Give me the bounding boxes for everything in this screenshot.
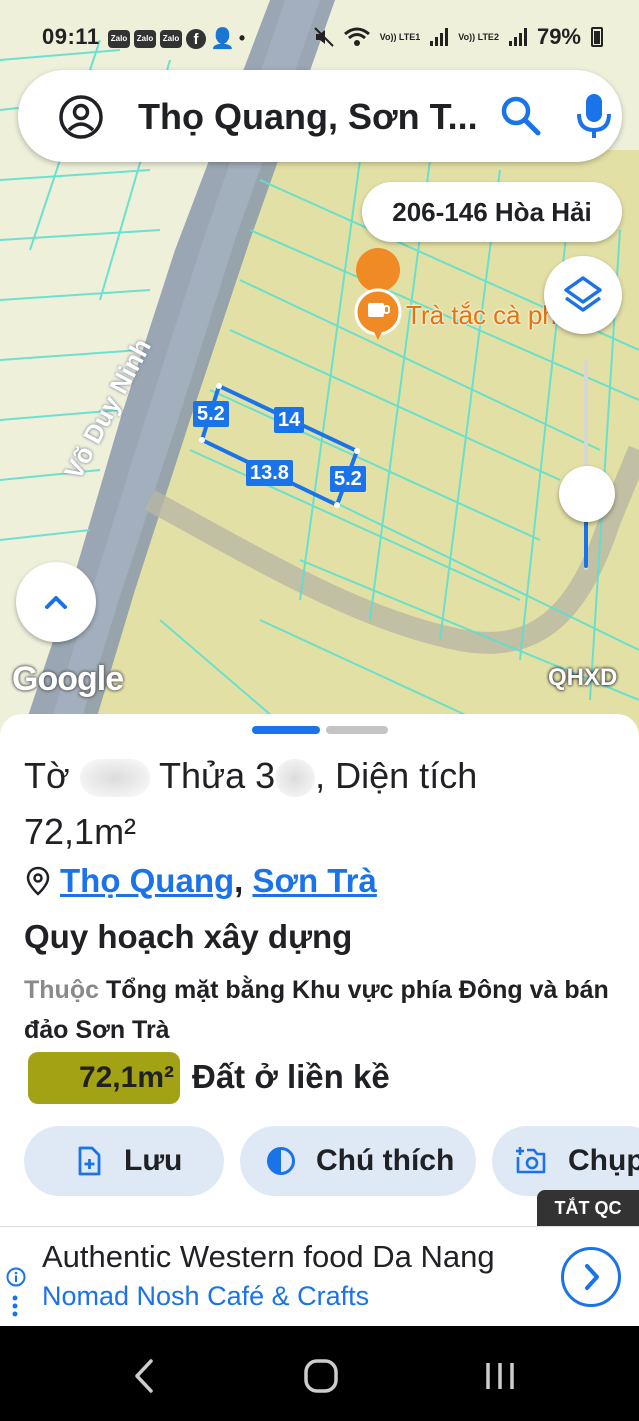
search-query[interactable]: Thọ Quang, Sơn T...	[138, 96, 478, 138]
blurred-value	[79, 759, 150, 798]
location-pin-icon	[26, 866, 50, 896]
measurement-bottom: 13.8	[246, 460, 293, 486]
contrast-icon	[267, 1147, 295, 1175]
home-icon[interactable]	[304, 1359, 338, 1393]
account-icon[interactable]	[58, 94, 104, 140]
layers-icon	[564, 276, 602, 312]
measurement-top: 14	[274, 407, 305, 433]
section-heading: Quy hoạch xây dựng	[24, 918, 353, 955]
sheet-handle-inactive[interactable]	[326, 726, 388, 734]
microphone-icon[interactable]	[574, 92, 614, 140]
navigation-bar	[0, 1326, 639, 1421]
land-type: Đất ở liền kề	[192, 1058, 390, 1095]
location-separator: ,	[234, 862, 253, 899]
more-dot-icon: •	[238, 28, 246, 48]
mute-icon	[313, 27, 334, 47]
facebook-icon: f	[186, 28, 206, 49]
measurement-right: 5.2	[330, 466, 366, 492]
search-bar[interactable]: Thọ Quang, Sơn T...	[18, 70, 622, 162]
ad-banner[interactable]: Authentic Western food Da Nang Nomad Nos…	[0, 1226, 639, 1326]
blurred-value	[275, 759, 316, 798]
status-time: 09:11	[42, 24, 100, 49]
layer-label: QHXD	[548, 664, 618, 691]
title-part-sheet: Tờ	[24, 755, 70, 796]
more-vert-icon[interactable]	[12, 1295, 18, 1317]
map-view[interactable]: Võ Duy Ninh Trà tắc cà phê oz 5.2 14 13.…	[0, 0, 639, 740]
chevron-up-icon	[45, 596, 67, 609]
back-icon[interactable]	[135, 1359, 153, 1393]
signal-icon	[430, 28, 449, 46]
sheet-handle-active[interactable]	[252, 726, 320, 734]
location-row: Thọ Quang, Sơn Trà	[26, 862, 377, 900]
nav-icons	[135, 1359, 514, 1393]
battery-level: 79%	[536, 24, 581, 49]
zalo-icon: Zalo	[160, 29, 182, 48]
chevron-right-icon	[585, 1264, 599, 1290]
battery-icon	[591, 27, 603, 47]
zalo-icon: Zalo	[108, 29, 130, 48]
signal-icon	[508, 28, 527, 46]
ad-off-button[interactable]: TẮT QC	[537, 1190, 639, 1226]
measurement-left: 5.2	[193, 401, 229, 427]
recents-icon[interactable]	[486, 1363, 514, 1389]
ad-subtitle[interactable]: Nomad Nosh Café & Crafts	[42, 1281, 369, 1312]
plan-name: Tổng mặt bằng Khu vực phía Đông và bán đ…	[24, 976, 609, 1044]
legend-button[interactable]: Chú thích	[240, 1126, 476, 1196]
ad-title[interactable]: Authentic Western food Da Nang	[42, 1239, 495, 1275]
opacity-slider-thumb[interactable]	[559, 466, 615, 522]
parcel-title: Tờ Thửa 3 , Diện tích 72,1m²	[24, 748, 614, 860]
capture-label: Chụp	[568, 1144, 639, 1177]
ward-link[interactable]: Thọ Quang	[60, 862, 234, 899]
legend-label: Chú thích	[316, 1144, 455, 1177]
add-person-icon: 👤	[210, 28, 235, 50]
expand-sheet-button[interactable]	[16, 562, 96, 642]
title-area: 72,1m²	[24, 811, 137, 852]
notification-icons: Zalo Zalo Zalo f 👤 •	[108, 26, 245, 51]
area-badge: 72,1m²	[28, 1052, 180, 1104]
info-icon[interactable]	[6, 1267, 26, 1287]
address-chip[interactable]: 206-146 Hòa Hải	[362, 182, 622, 242]
camera-add-icon	[516, 1147, 546, 1174]
zalo-icon: Zalo	[134, 29, 156, 48]
status-right: Vo)) LTE1 Vo)) LTE2 79%	[313, 24, 603, 50]
district-link[interactable]: Sơn Trà	[252, 862, 376, 899]
title-part-parcel: Thửa 3	[158, 755, 276, 796]
title-part-area-label: , Diện tích	[315, 755, 478, 796]
save-button[interactable]: Lưu	[24, 1126, 224, 1196]
sim2-label: Vo)) LTE2	[458, 31, 499, 42]
wifi-icon	[343, 27, 370, 46]
bottom-sheet: Tờ Thửa 3 , Diện tích 72,1m² Thọ Quang, S…	[0, 714, 639, 1226]
ad-open-button[interactable]	[561, 1247, 621, 1307]
search-icon[interactable]	[500, 95, 542, 137]
plan-prefix: Thuộc	[24, 976, 99, 1004]
status-bar: 09:11 Zalo Zalo Zalo f 👤 • Vo)) LTE1 Vo)…	[0, 0, 639, 56]
save-label: Lưu	[124, 1144, 183, 1177]
capture-button[interactable]: Chụp	[492, 1126, 639, 1196]
google-logo: Google	[12, 660, 124, 698]
add-file-icon	[78, 1146, 101, 1176]
plan-description: Thuộc Tổng mặt bằng Khu vực phía Đông và…	[24, 970, 624, 1050]
sim1-label: Vo)) LTE1	[379, 31, 421, 42]
layers-button[interactable]	[544, 256, 622, 334]
